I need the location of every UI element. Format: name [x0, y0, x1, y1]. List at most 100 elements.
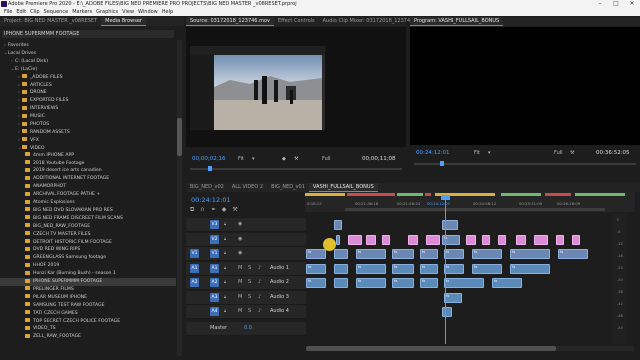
- tree-item[interactable]: 4mm IPHONE APP: [0, 152, 74, 160]
- media-browser-scrollbar[interactable]: [177, 40, 182, 356]
- marker-icon[interactable]: ◆: [282, 156, 286, 162]
- track-header-v2[interactable]: V2 🔒︎ ◉: [186, 232, 306, 247]
- lock-icon[interactable]: 🔒︎: [224, 265, 226, 270]
- adjustment-clip[interactable]: [366, 234, 376, 245]
- mute-button[interactable]: M: [238, 294, 242, 300]
- menu-item-view[interactable]: View: [120, 8, 136, 16]
- audio-clip[interactable]: fx: [392, 263, 414, 274]
- timeline-playhead[interactable]: [445, 196, 446, 344]
- audio-clip[interactable]: fx: [444, 263, 464, 274]
- adjustment-clip[interactable]: [516, 234, 526, 245]
- tree-item[interactable]: 2019 desert ice arts canadien: [0, 167, 102, 175]
- tree-item[interactable]: GREENGLASS Samsung footage: [0, 254, 106, 262]
- marker-icon[interactable]: ◆: [222, 206, 227, 214]
- sequence-marker[interactable]: [575, 193, 625, 196]
- solo-button[interactable]: S: [248, 279, 251, 285]
- track-name[interactable]: Audio 3: [270, 294, 289, 300]
- menu-item-markers[interactable]: Markers: [70, 8, 94, 16]
- lock-icon[interactable]: 🔒︎: [224, 236, 226, 241]
- tab-sequence-vashi-fullsail-bonus[interactable]: VASHI_FULLSAIL_BONUS: [308, 183, 378, 192]
- audio-clip[interactable]: fx: [306, 278, 326, 288]
- tree-item[interactable]: › INTERVIEWS: [0, 104, 58, 112]
- video-clip[interactable]: fx: [306, 249, 326, 259]
- lock-icon[interactable]: 🔒︎: [224, 250, 226, 255]
- tab-effect-controls[interactable]: Effect Controls: [274, 17, 319, 26]
- track-name[interactable]: Audio 1: [270, 265, 289, 271]
- source-playhead[interactable]: [208, 166, 212, 171]
- tree-item[interactable]: › EXPORTED FILES: [0, 96, 68, 104]
- microphone-icon[interactable]: ♪: [258, 294, 261, 300]
- sequence-marker[interactable]: [305, 193, 345, 196]
- timeline-scroll-thumb[interactable]: [306, 346, 556, 351]
- track-target-a3[interactable]: A3: [210, 292, 219, 302]
- scrollbar-thumb[interactable]: [177, 118, 182, 156]
- sequence-marker[interactable]: [501, 193, 541, 196]
- tree-item[interactable]: BIG NED FRAME DISCREET FILM SCANS: [0, 215, 123, 223]
- tab-sequence-all-video-2[interactable]: ALL VIDEO 2: [228, 183, 267, 192]
- video-clip[interactable]: fx: [510, 249, 550, 259]
- tree-item[interactable]: IPHONE SUPERMMM FOOTAGE: [0, 278, 176, 286]
- video-clip[interactable]: fx: [472, 249, 502, 259]
- tree-item[interactable]: › RANDOM ASSETS: [0, 128, 70, 136]
- minimize-icon[interactable]: –: [592, 0, 608, 8]
- source-patch-a1[interactable]: A1: [190, 263, 199, 273]
- solo-button[interactable]: S: [248, 308, 251, 314]
- lock-icon[interactable]: 🔒︎: [224, 308, 226, 313]
- tab-audio-clip-mixer[interactable]: Audio Clip Mixer: 03172018_123746: [319, 17, 418, 26]
- maximize-icon[interactable]: □: [608, 0, 624, 8]
- track-header-a1[interactable]: A1 A1 🔒︎ M S ♪ Audio 1: [186, 261, 306, 276]
- tree-item[interactable]: Atomic Explosions: [0, 199, 75, 207]
- program-playhead-timecode[interactable]: 00:24:12:01: [416, 150, 450, 156]
- adjustment-clip[interactable]: [498, 234, 506, 245]
- tree-item[interactable]: ARCHIVAL FOOTAGE PATHE +: [0, 191, 100, 199]
- audio-clip[interactable]: fx: [306, 263, 326, 274]
- master-volume-value[interactable]: 0.0: [244, 325, 252, 331]
- audio-clip[interactable]: [334, 278, 348, 288]
- source-scrub-bar[interactable]: [190, 168, 402, 170]
- program-monitor-viewer[interactable]: [410, 27, 640, 145]
- tree-item[interactable]: ZELL_RAW_FOOTAGE: [0, 333, 81, 341]
- program-quality-select[interactable]: Full: [554, 150, 563, 156]
- lock-icon[interactable]: 🔒︎: [224, 294, 226, 299]
- audio-clip[interactable]: fx: [420, 278, 438, 288]
- sequence-marker[interactable]: [545, 193, 571, 196]
- adjustment-clip[interactable]: [556, 234, 564, 245]
- tab-sequence-big-ned-v02[interactable]: BIG_NED_v02: [186, 183, 228, 192]
- tree-item[interactable]: SAMSUNG TEST RAW FOOTAGE: [0, 302, 104, 310]
- tab-project[interactable]: Project: BIG NED MASTER _v08RESET: [0, 17, 101, 26]
- menu-item-sequence[interactable]: Sequence: [42, 8, 71, 16]
- audio-clip[interactable]: fx: [356, 263, 386, 274]
- tree-item[interactable]: PRELINGER FILMS: [0, 286, 74, 294]
- tree-item[interactable]: HHOF 2019: [0, 262, 59, 270]
- chevron-down-icon[interactable]: ▾: [488, 150, 491, 156]
- adjustment-clip[interactable]: [482, 234, 490, 245]
- tree-item[interactable]: › VFX: [0, 136, 39, 144]
- microphone-icon[interactable]: ♪: [258, 265, 261, 271]
- wrench-icon[interactable]: ⚒: [570, 150, 574, 156]
- tree-item[interactable]: ⌄ VIDEO: [0, 144, 45, 152]
- tree-item[interactable]: ⌄E: (LaCie): [0, 65, 37, 73]
- track-header-a4[interactable]: A4 🔒︎ M S ♪ Audio 4: [186, 305, 306, 319]
- source-patch-a2[interactable]: A2: [190, 278, 199, 287]
- track-header-v1[interactable]: V1 V1 🔒︎ ◉: [186, 247, 306, 261]
- menu-item-help[interactable]: Help: [160, 8, 175, 16]
- source-fit-select[interactable]: Fit: [238, 156, 244, 162]
- menu-item-graphics[interactable]: Graphics: [94, 8, 120, 16]
- tree-item[interactable]: ⌄Local Drives: [0, 49, 36, 57]
- track-name[interactable]: Audio 2: [270, 279, 289, 285]
- tree-item[interactable]: VIDEO_TS: [0, 325, 56, 333]
- video-clip[interactable]: fx: [356, 249, 386, 259]
- audio-clip[interactable]: fx: [444, 292, 462, 303]
- track-name[interactable]: Audio 4: [270, 308, 289, 314]
- sequence-marker[interactable]: [425, 193, 431, 196]
- menu-item-edit[interactable]: Edit: [14, 8, 28, 16]
- adjustment-clip[interactable]: [348, 234, 362, 245]
- tree-item[interactable]: BIG_NED_RAW_FOOTAGE: [0, 223, 90, 231]
- video-clip[interactable]: fx: [420, 249, 438, 259]
- track-target-v1[interactable]: V1: [210, 249, 219, 258]
- video-clip[interactable]: [334, 249, 348, 259]
- tree-item[interactable]: DVD RED WING RIPS: [0, 246, 80, 254]
- track-header-master[interactable]: Master 0.0: [186, 321, 306, 336]
- tab-sequence-big-ned-v01[interactable]: BIG_NED_v01: [267, 183, 309, 192]
- solo-button[interactable]: S: [248, 265, 251, 271]
